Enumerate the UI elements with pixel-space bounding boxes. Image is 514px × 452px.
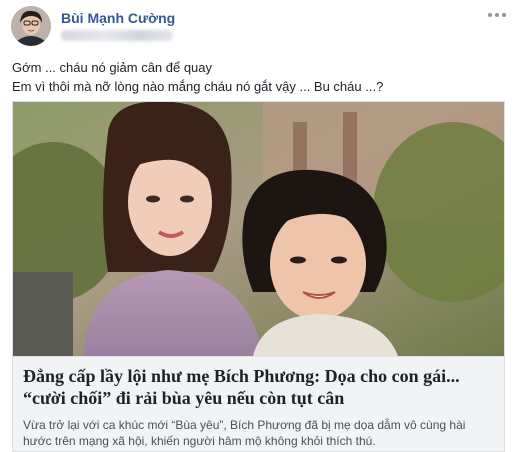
link-description: Vừa trở lại với ca khúc mới “Bùa yêu”, B… [23, 418, 466, 448]
dot [488, 13, 492, 17]
status-line: Gớm ... cháu nó giảm cân để quay [12, 60, 213, 75]
feed-post: Bùi Mạnh Cường Gớm ... cháu nó giảm cân … [0, 0, 514, 452]
more-horizontal-icon[interactable] [486, 8, 508, 22]
link-title[interactable]: Đẳng cấp lầy lội như mẹ Bích Phương: Dọa… [23, 365, 494, 409]
author-name[interactable]: Bùi Mạnh Cường [61, 10, 175, 26]
dot [502, 13, 506, 17]
status-line: Em vì thôi mà nỡ lòng nào mắng cháu nó g… [12, 79, 384, 94]
link-preview-card[interactable]: Đẳng cấp lầy lội như mẹ Bích Phương: Dọa… [12, 101, 505, 452]
link-preview-text[interactable]: Đẳng cấp lầy lội như mẹ Bích Phương: Dọa… [13, 356, 504, 451]
dot [495, 13, 499, 17]
author-avatar[interactable] [11, 6, 51, 46]
link-preview-image[interactable] [13, 102, 504, 356]
post-status-text: Gớm ... cháu nó giảm cân để quay Em vì t… [12, 58, 507, 96]
post-meta-blurred [61, 30, 173, 41]
